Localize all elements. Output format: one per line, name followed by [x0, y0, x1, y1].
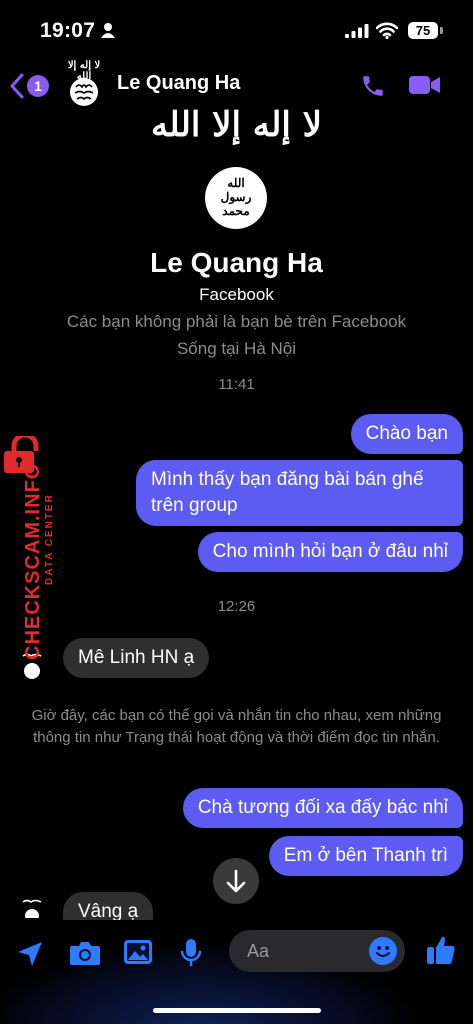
seal-logo-icon: [22, 899, 42, 918]
back-button[interactable]: 1: [10, 73, 50, 99]
seal-line-1: الله: [227, 176, 245, 190]
status-bar: 19:07 75: [0, 0, 473, 60]
camera-icon[interactable]: [69, 940, 101, 966]
seal-text: الله رسول محمد: [205, 176, 267, 218]
home-indicator: [153, 1008, 321, 1013]
seal-logo-icon: [74, 84, 94, 101]
smiley-icon: [376, 946, 390, 957]
timestamp: 11:41: [218, 376, 255, 393]
thumbs-up-icon[interactable]: [425, 934, 457, 966]
photo-gallery-icon[interactable]: [123, 939, 153, 965]
chat-notice: Giờ đây, các bạn có thể gọi và nhắn tin …: [31, 707, 442, 746]
message-outgoing[interactable]: Mình thấy bạn đăng bài bán ghế trên grou…: [136, 460, 463, 526]
message-outgoing[interactable]: Cho mình hỏi bạn ở đâu nhỉ: [197, 532, 463, 572]
phone-call-icon[interactable]: [360, 73, 386, 99]
profile-avatar[interactable]: الله رسول محمد: [205, 167, 267, 229]
timestamp: 12:26: [217, 598, 256, 615]
avatar-seal: [70, 78, 98, 106]
chat-header: 1 لا إله إلا الله Le Quang Ha: [0, 60, 473, 110]
unread-badge: 1: [27, 75, 49, 97]
battery-indicator: 75: [408, 22, 438, 39]
scroll-to-bottom-button[interactable]: [213, 858, 259, 904]
cellular-signal-icon: [345, 24, 369, 38]
seal-line-2: رسول: [220, 190, 252, 204]
profile-relationship: Các bạn không phải là bạn bè trên Facebo…: [66, 312, 407, 331]
contact-avatar-small: [20, 898, 44, 918]
contact-avatar[interactable]: لا إله إلا الله: [62, 60, 106, 108]
seal-line-3: محمد: [222, 204, 250, 218]
microphone-icon[interactable]: [180, 938, 202, 968]
message-outgoing[interactable]: Chà tương đối xa đấy bác nhỉ: [182, 788, 463, 828]
emoji-button[interactable]: [369, 937, 397, 965]
battery-tip: [440, 27, 443, 34]
message-incoming[interactable]: Mê Linh HN ạ: [63, 638, 210, 678]
person-icon: [101, 23, 115, 38]
status-time: 19:07: [40, 19, 96, 42]
wifi-icon: [376, 22, 398, 39]
message-outgoing[interactable]: Em ở bên Thanh trì: [268, 836, 463, 876]
arrow-down-icon: [226, 869, 246, 893]
video-call-icon[interactable]: [408, 73, 442, 97]
watermark-tagline: DATA CENTER: [44, 493, 55, 585]
profile-platform: Facebook: [199, 285, 274, 304]
location-arrow-icon[interactable]: [16, 940, 44, 968]
chevron-left-icon: [10, 73, 24, 99]
watermark-brand: CHECKSCAM.INFO: [22, 462, 44, 660]
header-contact-name[interactable]: Le Quang Ha: [117, 72, 240, 95]
message-outgoing[interactable]: Chào bạn: [350, 414, 463, 454]
profile-flag-text: لا إله إلا الله: [150, 105, 323, 145]
profile-location: Sống tại Hà Nội: [176, 339, 297, 358]
profile-name: Le Quang Ha: [150, 247, 323, 278]
